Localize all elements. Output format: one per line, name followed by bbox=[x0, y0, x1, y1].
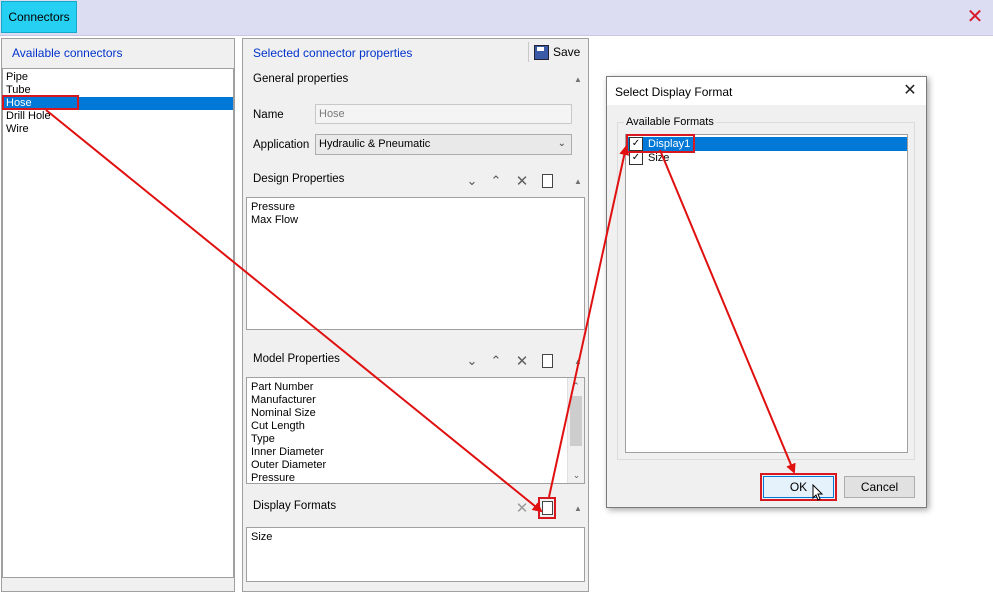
arrow-hose-to-add-format bbox=[45, 109, 543, 513]
arrow-add-format-to-dialog bbox=[548, 145, 630, 498]
arrow-display1-to-ok bbox=[659, 149, 796, 474]
annotation-arrows bbox=[45, 109, 796, 513]
